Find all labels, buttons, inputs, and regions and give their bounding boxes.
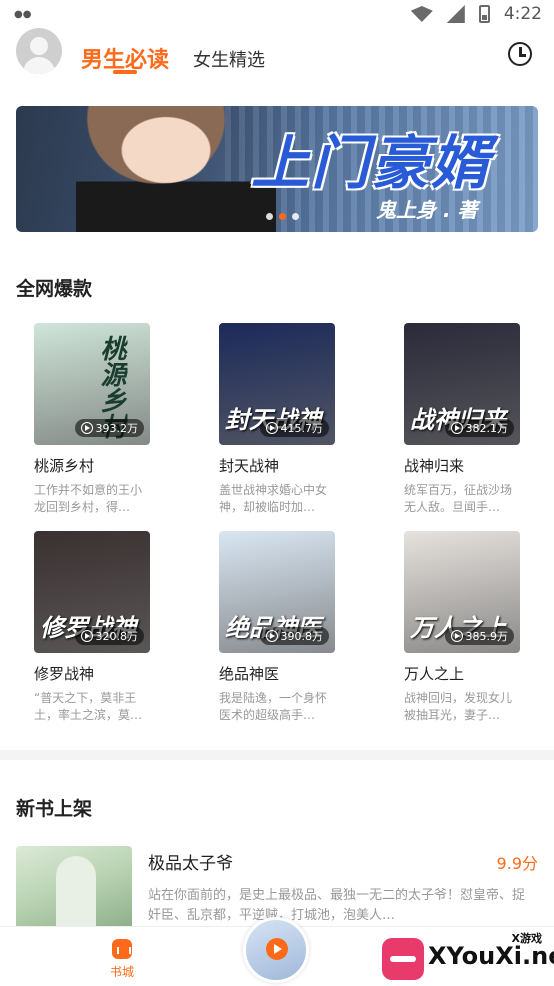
status-time: 4:22 <box>503 4 542 24</box>
book-desc: “普天之下，莫非王土，率土之滨，莫… <box>34 691 143 722</box>
book-name: 封天战神 <box>219 457 280 475</box>
status-bar: ●● 4:22 <box>0 0 554 30</box>
play-count: 320.8万 <box>95 630 139 643</box>
now-playing-disc[interactable] <box>243 917 309 983</box>
history-clock-icon[interactable] <box>508 42 532 66</box>
play-count-badge: 320.8万 <box>74 627 144 645</box>
play-count: 415.7万 <box>280 422 324 435</box>
play-count-icon <box>80 422 93 434</box>
avatar-body <box>23 57 55 74</box>
book-cover: 封天战神415.7万 <box>219 323 335 445</box>
section-divider <box>0 750 554 760</box>
book-cover: 绝品神医390.8万 <box>219 531 335 653</box>
book-card[interactable]: 绝品神医390.8万绝品神医我是陆逸，一个身怀医术的超级高手… <box>219 531 379 724</box>
nav-bookstore-label: 书城 <box>109 965 134 979</box>
play-count: 393.2万 <box>95 422 139 435</box>
play-count-icon <box>450 630 463 642</box>
book-cover: 万人之上385.9万 <box>404 531 520 653</box>
watermark-sub: X游戏 <box>511 932 542 945</box>
battery-icon <box>478 5 490 23</box>
watermark: XYouXi.net X游戏 <box>382 930 554 984</box>
top-nav: 男生必读 女生精选 <box>0 28 554 90</box>
wifi-icon <box>410 6 433 22</box>
book-name: 修罗战神 <box>34 665 95 683</box>
banner-character-image <box>76 106 276 232</box>
pagination-dot[interactable] <box>292 213 299 220</box>
watermark-logo <box>382 938 424 980</box>
book-desc: 我是陆逸，一个身怀医术的超级高手… <box>219 691 328 722</box>
book-name: 绝品神医 <box>219 665 280 683</box>
nav-bookstore[interactable]: 书城 <box>100 939 144 980</box>
book-card[interactable]: 战神归来382.1万战神归来统军百万，征战沙场无人敌。旦闻手… <box>404 323 554 516</box>
new-book-score: 9.9分 <box>496 854 538 873</box>
tab-female[interactable]: 女生精选 <box>193 46 265 72</box>
book-desc: 工作并不如意的王小龙回到乡村，得… <box>34 483 143 514</box>
signal-icon <box>446 5 465 23</box>
book-name: 万人之上 <box>404 665 465 683</box>
play-count-badge: 385.9万 <box>444 627 514 645</box>
bookstore-icon <box>112 939 132 959</box>
play-count-badge: 390.8万 <box>259 627 329 645</box>
book-card[interactable]: 修罗战神320.8万修罗战神 “普天之下，莫非王土，率土之滨，莫… <box>34 531 194 724</box>
notification-icon: ●● <box>14 9 32 20</box>
watermark-text: XYouXi.net <box>428 942 554 970</box>
book-card[interactable]: 桃源乡村 393.2万桃源乡村工作并不如意的王小龙回到乡村，得… <box>34 323 194 516</box>
section-title-hot: 全网爆款 <box>16 278 93 300</box>
avatar-head <box>30 37 48 55</box>
book-name: 战神归来 <box>404 457 465 475</box>
avatar[interactable] <box>16 28 62 74</box>
pagination-dot-active[interactable] <box>279 213 286 220</box>
play-count: 390.8万 <box>280 630 324 643</box>
new-book-cover <box>16 846 132 926</box>
new-book-desc: 站在你面前的，是史上最极品、最独一无二的太子爷！怼皇帝、捉奸臣、乱京都，平逆贼，… <box>148 888 526 923</box>
play-count-icon <box>80 630 93 642</box>
book-name: 桃源乡村 <box>34 457 95 475</box>
banner-title: 上门豪婿 <box>251 129 492 197</box>
play-count-badge: 382.1万 <box>444 419 514 437</box>
book-desc: 统军百万，征战沙场无人敌。旦闻手… <box>404 483 513 514</box>
play-icon[interactable] <box>266 938 288 960</box>
book-desc: 盖世战神求婚心中女神，却被临时加… <box>219 483 328 514</box>
book-card[interactable]: 万人之上385.9万万人之上战神回归，发现女儿被抽耳光，妻子… <box>404 531 554 724</box>
play-count-icon <box>450 422 463 434</box>
play-count-badge: 415.7万 <box>259 419 329 437</box>
play-count-icon <box>265 630 278 642</box>
book-cover: 战神归来382.1万 <box>404 323 520 445</box>
book-cover: 修罗战神320.8万 <box>34 531 150 653</box>
book-card[interactable]: 封天战神415.7万封天战神盖世战神求婚心中女神，却被临时加… <box>219 323 379 516</box>
status-icons: 4:22 <box>410 4 542 24</box>
tab-active-indicator <box>113 70 137 74</box>
book-cover: 桃源乡村 393.2万 <box>34 323 150 445</box>
section-title-new: 新书上架 <box>16 798 93 820</box>
new-book-name: 极品太子爷 <box>148 854 233 874</box>
banner-pagination <box>266 213 299 220</box>
pagination-dot[interactable] <box>266 213 273 220</box>
play-count-badge: 393.2万 <box>74 419 144 437</box>
new-book-item[interactable]: 极品太子爷 9.9分 站在你面前的，是史上最极品、最独一无二的太子爷！怼皇帝、捉… <box>16 846 538 926</box>
play-count-icon <box>265 422 278 434</box>
play-count: 382.1万 <box>465 422 509 435</box>
play-count: 385.9万 <box>465 630 509 643</box>
banner-author: 鬼上身 . 著 <box>376 198 478 222</box>
book-desc: 战神回归，发现女儿被抽耳光，妻子… <box>404 691 513 722</box>
